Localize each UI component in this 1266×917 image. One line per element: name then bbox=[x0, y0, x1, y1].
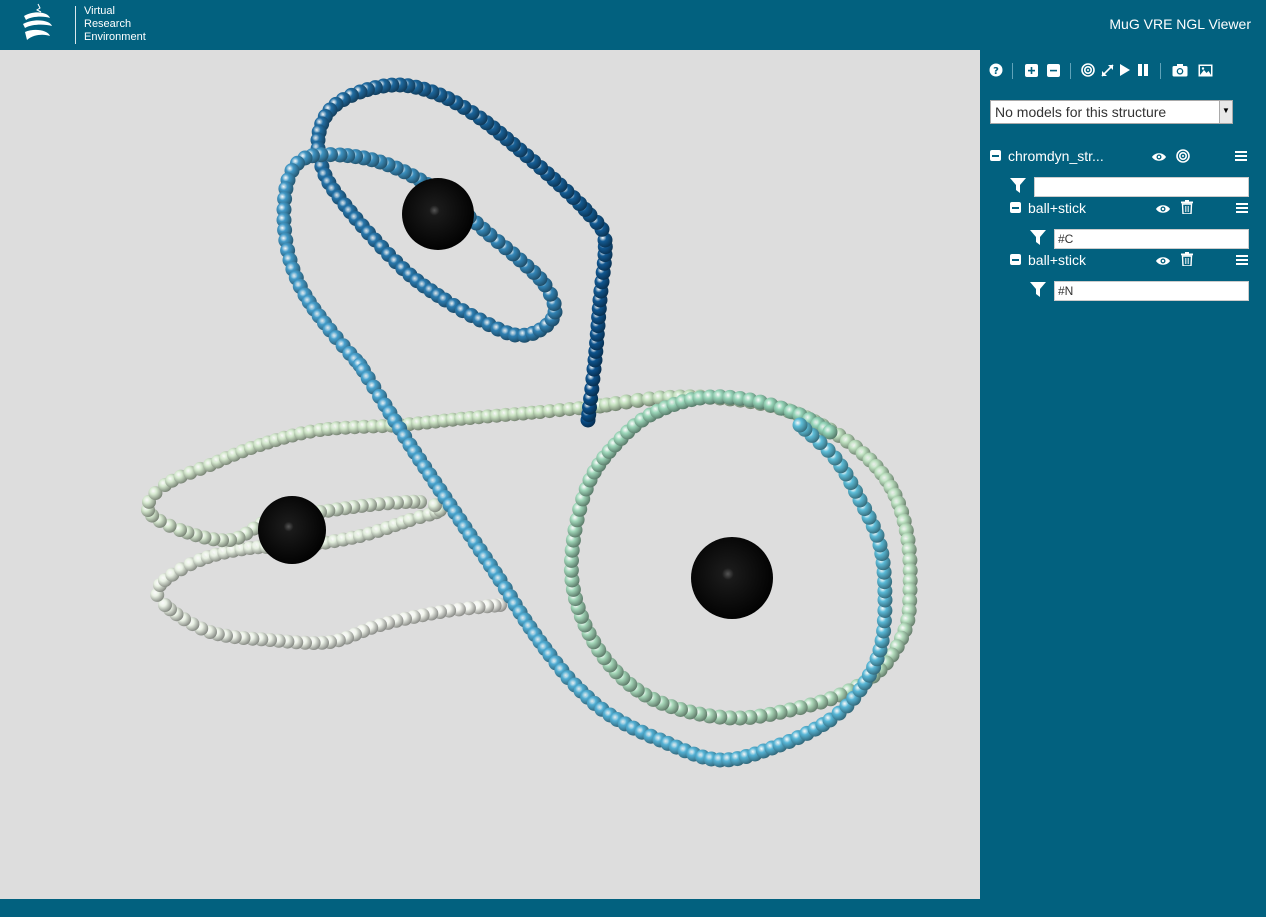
logo-divider bbox=[75, 6, 76, 44]
representation-menu-icon[interactable] bbox=[1236, 203, 1248, 213]
structure-menu-icon[interactable] bbox=[1235, 151, 1247, 161]
collapse-icon[interactable] bbox=[1010, 254, 1021, 265]
logo-text: Virtual Research Environment bbox=[84, 5, 146, 44]
fullscreen-icon[interactable] bbox=[1099, 62, 1115, 78]
dna-bead bbox=[792, 417, 808, 433]
top-header: Virtual Research Environment MuG VRE NGL… bbox=[0, 0, 1266, 50]
zoom-out-icon[interactable] bbox=[1045, 62, 1061, 78]
filter-icon bbox=[1010, 178, 1026, 193]
representation-filter-input[interactable]: #C bbox=[1054, 229, 1249, 249]
model-select-value: No models for this structure bbox=[995, 104, 1167, 120]
vre-logo-icon bbox=[23, 3, 52, 40]
trash-icon[interactable] bbox=[1180, 252, 1194, 266]
representation-filter-input[interactable]: #N bbox=[1054, 281, 1249, 301]
filter-icon bbox=[1030, 230, 1046, 245]
image-icon[interactable] bbox=[1197, 62, 1213, 78]
center-structure-icon[interactable] bbox=[1176, 149, 1190, 163]
trash-icon[interactable] bbox=[1180, 200, 1194, 214]
bottom-bar bbox=[0, 899, 1266, 917]
toolbar: ? bbox=[988, 62, 1258, 80]
nucleosome-sphere bbox=[691, 537, 773, 619]
representation-row: ball+stick bbox=[1010, 198, 1260, 218]
logo-line-2: Research bbox=[84, 18, 132, 30]
svg-text:?: ? bbox=[993, 66, 999, 77]
toolbar-separator bbox=[1012, 63, 1013, 79]
help-icon[interactable]: ? bbox=[988, 62, 1004, 78]
filter-icon bbox=[1030, 282, 1046, 297]
structure-row: chromdyn_str... bbox=[990, 146, 1260, 166]
nucleosome-sphere bbox=[258, 496, 326, 564]
toolbar-separator bbox=[1160, 63, 1161, 79]
eye-icon[interactable] bbox=[1156, 254, 1170, 268]
center-icon[interactable] bbox=[1080, 62, 1096, 78]
structure-name[interactable]: chromdyn_str... bbox=[1008, 146, 1104, 166]
vre-logo[interactable]: Virtual Research Environment bbox=[20, 2, 160, 46]
logo-line-1: Virtual bbox=[84, 5, 115, 17]
representation-menu-icon[interactable] bbox=[1236, 255, 1248, 265]
collapse-icon[interactable] bbox=[1010, 202, 1021, 213]
app-title: MuG VRE NGL Viewer bbox=[1109, 16, 1251, 32]
representation-label[interactable]: ball+stick bbox=[1028, 250, 1086, 270]
model-select[interactable]: No models for this structure ▼ bbox=[990, 100, 1233, 124]
representation-row: ball+stick bbox=[1010, 250, 1260, 270]
nucleosome-sphere bbox=[402, 178, 474, 250]
side-panel: ? No models for this structure ▼ chromdy… bbox=[980, 50, 1266, 899]
zoom-in-icon[interactable] bbox=[1023, 62, 1039, 78]
toolbar-separator bbox=[1070, 63, 1071, 79]
ngl-3d-viewport[interactable] bbox=[0, 50, 980, 899]
representation-label[interactable]: ball+stick bbox=[1028, 198, 1086, 218]
molecule-render[interactable] bbox=[0, 50, 980, 899]
eye-icon[interactable] bbox=[1152, 150, 1166, 164]
eye-icon[interactable] bbox=[1156, 202, 1170, 216]
screenshot-icon[interactable] bbox=[1172, 62, 1188, 78]
collapse-icon[interactable] bbox=[990, 150, 1001, 161]
logo-line-3: Environment bbox=[84, 31, 146, 43]
pause-icon[interactable] bbox=[1135, 62, 1151, 78]
structure-filter-input[interactable] bbox=[1034, 177, 1249, 197]
play-icon[interactable] bbox=[1117, 62, 1133, 78]
chevron-down-icon[interactable]: ▼ bbox=[1219, 101, 1232, 123]
